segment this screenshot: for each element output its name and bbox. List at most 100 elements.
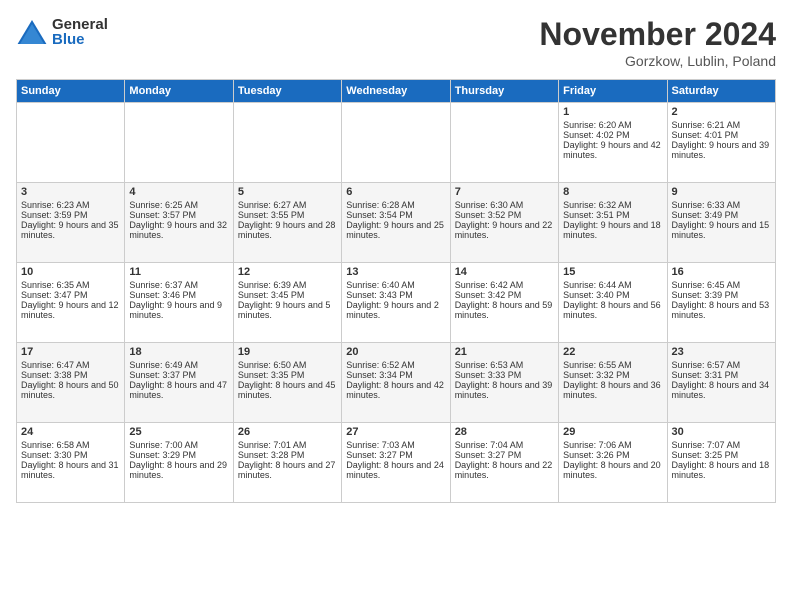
calendar-cell: 1Sunrise: 6:20 AMSunset: 4:02 PMDaylight… (559, 103, 667, 183)
day-info: Sunset: 4:01 PM (672, 130, 771, 140)
day-info: Sunrise: 7:01 AM (238, 440, 337, 450)
calendar-cell (450, 103, 558, 183)
day-info: Daylight: 8 hours and 42 minutes. (346, 380, 445, 400)
calendar-cell: 18Sunrise: 6:49 AMSunset: 3:37 PMDayligh… (125, 343, 233, 423)
day-number: 12 (238, 266, 337, 278)
day-info: Daylight: 9 hours and 22 minutes. (455, 220, 554, 240)
day-info: Sunset: 3:55 PM (238, 210, 337, 220)
day-info: Daylight: 9 hours and 2 minutes. (346, 300, 445, 320)
day-number: 15 (563, 266, 662, 278)
header: General Blue November 2024 Gorzkow, Lubl… (16, 16, 776, 69)
day-info: Sunset: 3:52 PM (455, 210, 554, 220)
day-info: Sunset: 3:31 PM (672, 370, 771, 380)
day-header-wednesday: Wednesday (342, 80, 450, 103)
calendar-cell: 21Sunrise: 6:53 AMSunset: 3:33 PMDayligh… (450, 343, 558, 423)
calendar-cell: 22Sunrise: 6:55 AMSunset: 3:32 PMDayligh… (559, 343, 667, 423)
day-number: 21 (455, 346, 554, 358)
calendar-cell: 28Sunrise: 7:04 AMSunset: 3:27 PMDayligh… (450, 423, 558, 503)
day-number: 24 (21, 426, 120, 438)
day-number: 11 (129, 266, 228, 278)
day-info: Daylight: 8 hours and 27 minutes. (238, 460, 337, 480)
day-info: Daylight: 8 hours and 39 minutes. (455, 380, 554, 400)
calendar-cell: 12Sunrise: 6:39 AMSunset: 3:45 PMDayligh… (233, 263, 341, 343)
day-info: Sunrise: 7:07 AM (672, 440, 771, 450)
day-info: Daylight: 8 hours and 18 minutes. (672, 460, 771, 480)
day-number: 3 (21, 186, 120, 198)
day-info: Sunset: 3:49 PM (672, 210, 771, 220)
day-info: Sunset: 3:33 PM (455, 370, 554, 380)
day-number: 16 (672, 266, 771, 278)
day-info: Sunrise: 6:52 AM (346, 360, 445, 370)
day-info: Sunrise: 6:39 AM (238, 280, 337, 290)
calendar-cell: 6Sunrise: 6:28 AMSunset: 3:54 PMDaylight… (342, 183, 450, 263)
calendar-cell (342, 103, 450, 183)
calendar-cell: 5 Sunrise: 6:27 AMSunset: 3:55 PMDaylight… (233, 183, 341, 263)
header-row: SundayMondayTuesdayWednesdayThursdayFrid… (17, 80, 776, 103)
day-info: Sunrise: 6:57 AM (672, 360, 771, 370)
day-number: 5 (238, 186, 337, 198)
day-info: Sunset: 3:27 PM (455, 450, 554, 460)
day-info: Sunrise: 6:49 AM (129, 360, 228, 370)
day-header-thursday: Thursday (450, 80, 558, 103)
day-number: 27 (346, 426, 445, 438)
day-info: Sunset: 3:42 PM (455, 290, 554, 300)
calendar-week-0: 1Sunrise: 6:20 AMSunset: 4:02 PMDaylight… (17, 103, 776, 183)
calendar-cell: 2 Sunrise: 6:21 AMSunset: 4:01 PMDaylight… (667, 103, 775, 183)
calendar-cell: 8Sunrise: 6:32 AMSunset: 3:51 PMDaylight… (559, 183, 667, 263)
day-info: Sunrise: 6:32 AM (563, 200, 662, 210)
day-info: Sunset: 3:27 PM (346, 450, 445, 460)
calendar-header: SundayMondayTuesdayWednesdayThursdayFrid… (17, 80, 776, 103)
day-header-monday: Monday (125, 80, 233, 103)
day-info: Sunset: 3:47 PM (21, 290, 120, 300)
day-number: 19 (238, 346, 337, 358)
calendar: SundayMondayTuesdayWednesdayThursdayFrid… (16, 79, 776, 503)
day-info: Sunrise: 7:04 AM (455, 440, 554, 450)
day-info: Daylight: 8 hours and 50 minutes. (21, 380, 120, 400)
calendar-body: 1Sunrise: 6:20 AMSunset: 4:02 PMDaylight… (17, 103, 776, 503)
calendar-cell: 7Sunrise: 6:30 AMSunset: 3:52 PMDaylight… (450, 183, 558, 263)
day-number: 26 (238, 426, 337, 438)
calendar-week-2: 10Sunrise: 6:35 AMSunset: 3:47 PMDayligh… (17, 263, 776, 343)
day-number: 17 (21, 346, 120, 358)
calendar-cell: 30Sunrise: 7:07 AMSunset: 3:25 PMDayligh… (667, 423, 775, 503)
day-number: 8 (563, 186, 662, 198)
day-info: Sunrise: 6:44 AM (563, 280, 662, 290)
logo-text: General Blue (52, 17, 108, 47)
day-info: Sunset: 3:54 PM (346, 210, 445, 220)
day-info: Sunrise: 6:27 AM (238, 200, 337, 210)
day-info: Sunset: 3:59 PM (21, 210, 120, 220)
calendar-cell: 10Sunrise: 6:35 AMSunset: 3:47 PMDayligh… (17, 263, 125, 343)
day-info: Daylight: 8 hours and 22 minutes. (455, 460, 554, 480)
day-info: Sunrise: 6:50 AM (238, 360, 337, 370)
day-header-saturday: Saturday (667, 80, 775, 103)
calendar-cell (233, 103, 341, 183)
day-info: Sunrise: 6:21 AM (672, 120, 771, 130)
day-info: Sunrise: 6:23 AM (21, 200, 120, 210)
calendar-cell: 25Sunrise: 7:00 AMSunset: 3:29 PMDayligh… (125, 423, 233, 503)
calendar-cell: 26Sunrise: 7:01 AMSunset: 3:28 PMDayligh… (233, 423, 341, 503)
day-info: Daylight: 8 hours and 53 minutes. (672, 300, 771, 320)
calendar-cell: 11Sunrise: 6:37 AMSunset: 3:46 PMDayligh… (125, 263, 233, 343)
day-info: Daylight: 9 hours and 39 minutes. (672, 140, 771, 160)
day-info: Sunrise: 6:28 AM (346, 200, 445, 210)
day-number: 2 (672, 106, 771, 118)
day-info: Sunset: 3:40 PM (563, 290, 662, 300)
calendar-cell: 20Sunrise: 6:52 AMSunset: 3:34 PMDayligh… (342, 343, 450, 423)
day-info: Daylight: 8 hours and 31 minutes. (21, 460, 120, 480)
calendar-cell: 23Sunrise: 6:57 AMSunset: 3:31 PMDayligh… (667, 343, 775, 423)
day-number: 29 (563, 426, 662, 438)
calendar-cell (125, 103, 233, 183)
calendar-cell: 15Sunrise: 6:44 AMSunset: 3:40 PMDayligh… (559, 263, 667, 343)
day-number: 10 (21, 266, 120, 278)
day-number: 9 (672, 186, 771, 198)
day-info: Sunrise: 6:33 AM (672, 200, 771, 210)
title-area: November 2024 Gorzkow, Lublin, Poland (539, 16, 776, 69)
day-info: Sunrise: 6:25 AM (129, 200, 228, 210)
day-info: Sunset: 3:39 PM (672, 290, 771, 300)
day-info: Daylight: 8 hours and 47 minutes. (129, 380, 228, 400)
calendar-cell: 4Sunrise: 6:25 AMSunset: 3:57 PMDaylight… (125, 183, 233, 263)
day-info: Daylight: 9 hours and 28 minutes. (238, 220, 337, 240)
day-info: Sunset: 3:37 PM (129, 370, 228, 380)
day-info: Sunset: 3:34 PM (346, 370, 445, 380)
day-info: Sunset: 3:46 PM (129, 290, 228, 300)
